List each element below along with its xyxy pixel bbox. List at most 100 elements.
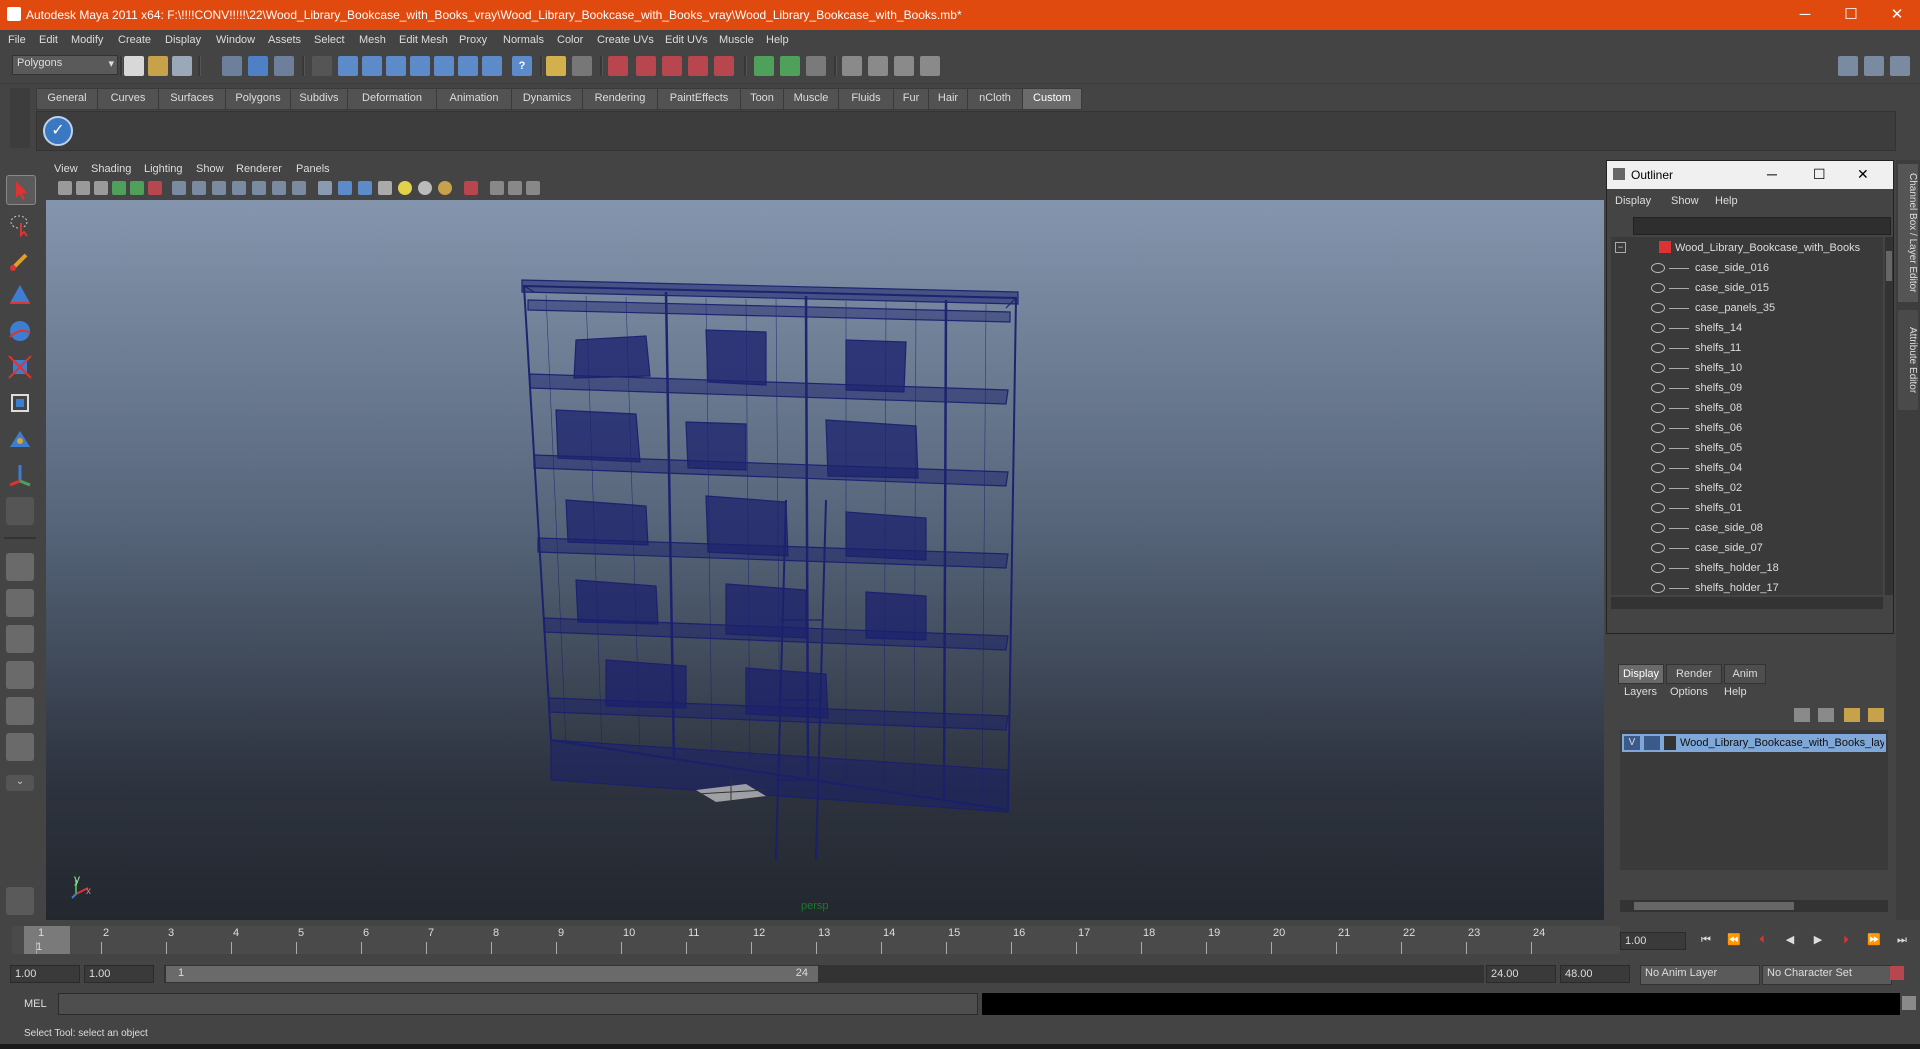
shelf-tab-dynamics[interactable]: Dynamics <box>511 88 583 110</box>
outliner-item[interactable]: case_side_015 <box>1611 279 1871 299</box>
layer-menu-help[interactable]: Help <box>1724 686 1747 698</box>
menu-proxy[interactable]: Proxy <box>459 34 487 46</box>
camera-attributes-icon[interactable] <box>76 181 90 195</box>
select-by-object-icon[interactable] <box>248 56 268 76</box>
new-layer-from-selection-icon[interactable] <box>1818 708 1834 722</box>
camera-select-icon[interactable] <box>58 181 72 195</box>
range-slider-handle[interactable]: 1 24 <box>166 966 818 982</box>
mask-icon[interactable] <box>312 56 332 76</box>
viewport-menu-lighting[interactable]: Lighting <box>144 163 183 175</box>
step-back-frame-button[interactable]: ⏴ <box>1754 933 1770 947</box>
last-used-tool-icon[interactable] <box>6 497 34 525</box>
outliner-item[interactable]: case_side_016 <box>1611 259 1871 279</box>
menu-file[interactable]: File <box>8 34 26 46</box>
misc-mask-icon[interactable]: ? <box>512 56 532 76</box>
rotate-tool-icon[interactable] <box>6 317 34 345</box>
layer-menu-layers[interactable]: Layers <box>1624 686 1657 698</box>
range-slider-track[interactable]: 1 24 <box>164 965 1484 983</box>
command-language-label[interactable]: MEL <box>24 998 47 1010</box>
layer-tab-render[interactable]: Render <box>1666 664 1722 684</box>
outliner-maximize-button[interactable]: ☐ <box>1813 166 1826 183</box>
xray-components-icon[interactable] <box>526 181 540 195</box>
attribute-editor-tab[interactable]: Attribute Editor <box>1898 310 1918 410</box>
play-backwards-button[interactable]: ◀ <box>1782 933 1798 947</box>
graph-persp-layout-icon[interactable] <box>6 661 34 689</box>
auto-keyframe-icon[interactable] <box>1890 966 1904 980</box>
menu-normals[interactable]: Normals <box>503 34 544 46</box>
snap-to-grid-icon[interactable] <box>608 56 628 76</box>
highlight-selection-icon[interactable] <box>572 56 592 76</box>
dynamics-mask-icon[interactable] <box>458 56 478 76</box>
channel-box-layer-editor-tab[interactable]: Channel Box / Layer Editor <box>1898 164 1918 302</box>
node-editor-layout-icon[interactable] <box>6 733 34 761</box>
scroll-thumb[interactable] <box>1886 251 1892 281</box>
ipr-render-icon[interactable] <box>894 56 914 76</box>
outliner-item[interactable]: case_panels_35 <box>1611 299 1871 319</box>
outliner-menu-display[interactable]: Display <box>1615 195 1651 207</box>
grease-pencil-icon[interactable] <box>148 181 162 195</box>
outliner-item[interactable]: shelfs_holder_18 <box>1611 559 1871 579</box>
manipulator-tool-icon[interactable] <box>6 389 34 417</box>
deform-mask-icon[interactable] <box>434 56 454 76</box>
snap-to-view-plane-icon[interactable] <box>688 56 708 76</box>
resolution-gate-icon[interactable] <box>212 181 226 195</box>
start-time-field[interactable]: 1.00 <box>10 965 80 983</box>
show-manipulator-tool-icon[interactable] <box>6 461 34 489</box>
step-back-key-button[interactable]: ⏪ <box>1726 933 1742 947</box>
xray-joints-icon[interactable] <box>508 181 522 195</box>
shelf-tab-fur[interactable]: Fur <box>893 88 929 110</box>
shelf-tab-muscle[interactable]: Muscle <box>783 88 839 110</box>
menu-assets[interactable]: Assets <box>268 34 301 46</box>
safe-action-icon[interactable] <box>272 181 286 195</box>
output-connections-icon[interactable] <box>780 56 800 76</box>
script-editor-icon[interactable] <box>1902 996 1916 1010</box>
menu-edit[interactable]: Edit <box>39 34 58 46</box>
render-view-icon[interactable] <box>842 56 862 76</box>
menu-create[interactable]: Create <box>118 34 151 46</box>
shelf-tab-toon[interactable]: Toon <box>740 88 784 110</box>
play-forwards-button[interactable]: ▶ <box>1810 933 1826 947</box>
viewport-menu-shading[interactable]: Shading <box>91 163 131 175</box>
safe-title-icon[interactable] <box>292 181 306 195</box>
smooth-shade-icon[interactable] <box>338 181 352 195</box>
outliner-item[interactable]: case_side_08 <box>1611 519 1871 539</box>
isolate-select-icon[interactable] <box>464 181 478 195</box>
default-light-icon[interactable] <box>398 181 412 195</box>
bookmarks-icon[interactable] <box>94 181 108 195</box>
assign-layer-icon[interactable] <box>1868 708 1884 722</box>
menu-muscle[interactable]: Muscle <box>719 34 754 46</box>
close-button[interactable]: ✕ <box>1874 0 1920 30</box>
layer-horizontal-scrollbar[interactable] <box>1620 900 1888 912</box>
curve-mask-icon[interactable] <box>386 56 406 76</box>
outliner-root-item[interactable]: − Wood_Library_Bookcase_with_Books <box>1611 239 1871 259</box>
shelf-tab-ncloth[interactable]: nCloth <box>967 88 1023 110</box>
shelf-tab-animation[interactable]: Animation <box>436 88 512 110</box>
go-to-end-button[interactable]: ⏭ <box>1894 933 1910 947</box>
create-layer-icon[interactable] <box>1844 708 1860 722</box>
paint-select-tool-icon[interactable] <box>6 247 34 275</box>
film-gate-icon[interactable] <box>192 181 206 195</box>
shelf-tab-subdivs[interactable]: Subdivs <box>290 88 348 110</box>
chevron-down-icon[interactable]: ⌄ <box>6 775 34 791</box>
perspective-viewport[interactable]: y x persp <box>46 200 1604 920</box>
layer-visibility-toggle[interactable]: V <box>1624 736 1640 750</box>
shelf-tab-fluids[interactable]: Fluids <box>838 88 894 110</box>
textured-icon[interactable] <box>378 181 392 195</box>
menu-create-uvs[interactable]: Create UVs <box>597 34 654 46</box>
outliner-menu-help[interactable]: Help <box>1715 195 1738 207</box>
hypershade-layout-icon[interactable] <box>6 697 34 725</box>
shelf-tab-polygons[interactable]: Polygons <box>225 88 291 110</box>
move-tool-icon[interactable] <box>6 281 34 309</box>
single-pane-layout-icon[interactable] <box>6 553 34 581</box>
gate-mask-icon[interactable] <box>232 181 246 195</box>
new-layer-icon[interactable] <box>1794 708 1810 722</box>
outliner-item[interactable]: shelfs_08 <box>1611 399 1871 419</box>
soft-mod-tool-icon[interactable] <box>6 425 34 453</box>
viewport-menu-view[interactable]: View <box>54 163 78 175</box>
all-lights-icon[interactable] <box>418 181 432 195</box>
outliner-item[interactable]: shelfs_09 <box>1611 379 1871 399</box>
outliner-menu-show[interactable]: Show <box>1671 195 1699 207</box>
outliner-item[interactable]: shelfs_11 <box>1611 339 1871 359</box>
show-hide-tool-settings-icon[interactable] <box>1864 56 1884 76</box>
viewport-menu-renderer[interactable]: Renderer <box>236 163 282 175</box>
